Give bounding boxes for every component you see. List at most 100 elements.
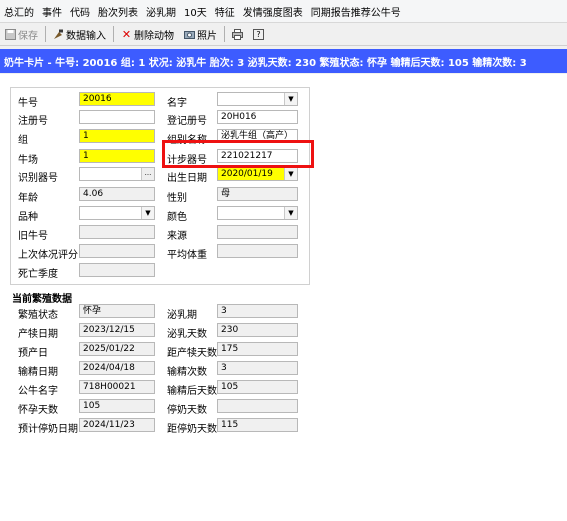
due-date-field: 2025/01/22 <box>79 342 155 356</box>
group-label: 组 <box>18 135 28 146</box>
toolbar-divider <box>113 26 114 42</box>
calving-date-label: 产犊日期 <box>18 329 58 340</box>
cow-card-title: 奶牛卡片 - 牛号: 20016 组: 1 状况: 泌乳牛 胎次: 3 泌乳天数… <box>0 49 567 73</box>
herdbook-label: 登记册号 <box>167 116 207 127</box>
dry-days-field <box>217 399 298 413</box>
chevron-down-icon[interactable]: ▼ <box>284 207 297 219</box>
chevron-down-icon[interactable]: ▼ <box>284 168 297 180</box>
days-to-dry-field: 115 <box>217 418 298 432</box>
name-label: 名字 <box>167 98 187 109</box>
dsi-field: 105 <box>217 380 298 394</box>
menu-sync-report[interactable]: 同期报告推荐公牛号 <box>307 4 405 19</box>
color-combo[interactable]: ▼ <box>217 206 298 220</box>
toolbar: 保存 数据输入 ✕ 删除动物 照片 ? <box>0 23 567 46</box>
days-since-calving-label: 距产犊天数 <box>167 348 217 359</box>
calving-date-field: 2023/12/15 <box>79 323 155 337</box>
menu-10-days[interactable]: 10天 <box>180 4 211 19</box>
dim-label: 泌乳天数 <box>167 329 207 340</box>
reg-no-field[interactable] <box>79 110 155 124</box>
sex-field: 母 <box>217 187 298 201</box>
insemination-date-field: 2024/04/18 <box>79 361 155 375</box>
source-label: 来源 <box>167 231 187 242</box>
delete-icon: ✕ <box>121 27 132 41</box>
repro-status-label: 繁殖状态 <box>18 310 58 321</box>
sire-name-label: 公牛名字 <box>18 386 58 397</box>
farm-field[interactable]: 1 <box>79 149 155 163</box>
pedometer-highlight <box>162 140 314 168</box>
photo-label: 照片 <box>197 30 217 42</box>
old-no-label: 旧牛号 <box>18 231 48 242</box>
help-button[interactable]: ? <box>248 25 269 43</box>
avg-weight-field <box>217 244 298 258</box>
insemination-count-label: 输精次数 <box>167 367 207 378</box>
birth-value: 2020/01/19 <box>221 169 273 179</box>
toolbar-divider <box>224 26 225 42</box>
chevron-down-icon[interactable]: ▼ <box>284 93 297 105</box>
old-no-field <box>79 225 155 239</box>
data-input-label: 数据输入 <box>66 30 106 42</box>
insemination-count-field: 3 <box>217 361 298 375</box>
save-icon <box>5 28 16 40</box>
dim-field: 230 <box>217 323 298 337</box>
reg-no-label: 注册号 <box>18 116 48 127</box>
save-label: 保存 <box>18 30 38 42</box>
age-label: 年龄 <box>18 193 38 204</box>
name-combo[interactable]: ▼ <box>217 92 298 106</box>
toolbar-divider <box>45 26 46 42</box>
breed-label: 品种 <box>18 212 38 223</box>
pregnant-days-label: 怀孕天数 <box>18 405 58 416</box>
menu-events[interactable]: 事件 <box>38 4 66 19</box>
delete-animal-button[interactable]: ✕ 删除动物 <box>116 25 179 43</box>
group-field[interactable]: 1 <box>79 129 155 143</box>
data-input-button[interactable]: 数据输入 <box>48 25 111 43</box>
farm-label: 牛场 <box>18 155 38 166</box>
avg-weight-label: 平均体重 <box>167 250 207 261</box>
print-button[interactable] <box>227 25 248 43</box>
sex-label: 性别 <box>167 193 187 204</box>
id-field[interactable]: ... <box>79 167 155 181</box>
repro-section-title: 当前繁殖数据 <box>12 294 72 305</box>
menu-bar: 总汇的 事件 代码 胎次列表 泌乳期 10天 特征 发情强度图表 同期报告推荐公… <box>0 0 567 23</box>
camera-icon <box>184 30 195 39</box>
menu-parity-list[interactable]: 胎次列表 <box>94 4 142 19</box>
printer-icon <box>232 28 243 40</box>
cow-no-label: 牛号 <box>18 98 38 109</box>
cow-card-panel: 牛号 20016 名字 ▼ 注册号 登记册号 20H016 组 1 组别名称 泌… <box>0 74 567 521</box>
birth-label: 出生日期 <box>167 173 207 184</box>
cow-no-field[interactable]: 20016 <box>79 92 155 106</box>
menu-features[interactable]: 特征 <box>211 4 239 19</box>
expected-dry-date-field: 2024/11/23 <box>79 418 155 432</box>
menu-heat-chart[interactable]: 发情强度图表 <box>239 4 307 19</box>
herdbook-field[interactable]: 20H016 <box>217 110 298 124</box>
death-season-label: 死亡季度 <box>18 269 58 280</box>
birth-date-picker[interactable]: 2020/01/19 ▼ <box>217 167 298 181</box>
menu-summary[interactable]: 总汇的 <box>0 4 38 19</box>
breed-combo[interactable]: ▼ <box>79 206 155 220</box>
death-season-field <box>79 263 155 277</box>
insemination-date-label: 输精日期 <box>18 367 58 378</box>
lactation-label: 泌乳期 <box>167 310 197 321</box>
dsi-label: 输精后天数 <box>167 386 217 397</box>
age-field: 4.06 <box>79 187 155 201</box>
data-input-icon <box>54 29 63 39</box>
pregnant-days-field: 105 <box>79 399 155 413</box>
bcs-field <box>79 244 155 258</box>
id-label: 识别器号 <box>18 173 58 184</box>
chevron-down-icon[interactable]: ▼ <box>141 207 154 219</box>
save-button[interactable]: 保存 <box>0 25 43 43</box>
color-label: 颜色 <box>167 212 187 223</box>
menu-codes[interactable]: 代码 <box>66 4 94 19</box>
bcs-label: 上次体况评分 <box>18 250 78 261</box>
dry-days-label: 停奶天数 <box>167 405 207 416</box>
source-field <box>217 225 298 239</box>
photo-button[interactable]: 照片 <box>179 25 222 43</box>
ellipsis-icon[interactable]: ... <box>141 168 154 180</box>
sire-name-field: 718H00021 <box>79 380 155 394</box>
menu-lactation[interactable]: 泌乳期 <box>142 4 180 19</box>
days-since-calving-field: 175 <box>217 342 298 356</box>
due-date-label: 预产日 <box>18 348 48 359</box>
expected-dry-date-label: 预计停奶日期 <box>18 424 78 435</box>
lactation-field: 3 <box>217 304 298 318</box>
help-icon: ? <box>253 28 264 40</box>
delete-animal-label: 删除动物 <box>134 30 174 42</box>
